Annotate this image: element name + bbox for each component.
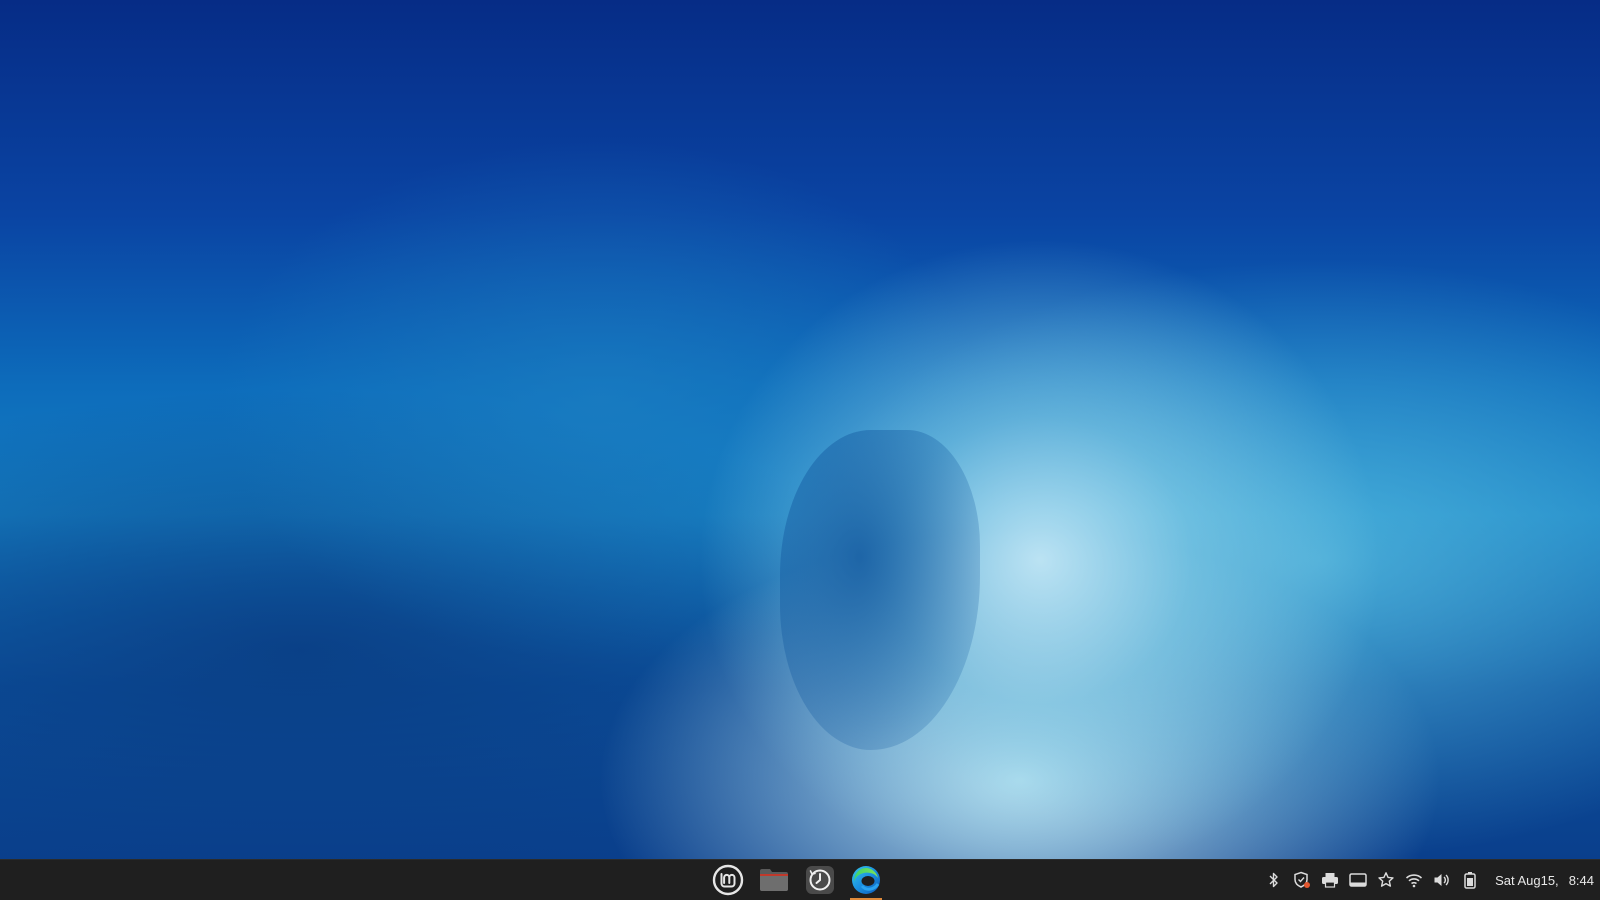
battery-icon[interactable] bbox=[1461, 871, 1479, 889]
timeshift-launcher[interactable] bbox=[801, 860, 839, 900]
printer-icon[interactable] bbox=[1321, 871, 1339, 889]
system-tray: Sat Aug15, 8:44 bbox=[1265, 860, 1600, 900]
files-launcher[interactable] bbox=[755, 860, 793, 900]
folder-icon bbox=[760, 869, 788, 891]
edge-browser-icon bbox=[852, 866, 880, 894]
clock-time: 8:44 bbox=[1568, 872, 1594, 888]
favorites-star-icon[interactable] bbox=[1377, 871, 1395, 889]
mint-menu-button[interactable] bbox=[709, 860, 747, 900]
edge-browser-launcher[interactable] bbox=[847, 860, 885, 900]
timeshift-clock-icon bbox=[806, 866, 834, 894]
taskbar-launchers bbox=[709, 860, 885, 900]
display-icon[interactable] bbox=[1349, 871, 1367, 889]
volume-icon[interactable] bbox=[1433, 871, 1451, 889]
clock[interactable]: Sat Aug15, 8:44 bbox=[1495, 873, 1594, 888]
taskbar: Sat Aug15, 8:44 bbox=[0, 859, 1600, 900]
update-shield-icon[interactable] bbox=[1293, 871, 1311, 889]
wifi-icon[interactable] bbox=[1405, 871, 1423, 889]
desktop-wallpaper bbox=[0, 0, 1600, 859]
clock-date: Sat Aug15, bbox=[1495, 872, 1559, 888]
linux-mint-logo-icon bbox=[712, 864, 744, 896]
bluetooth-icon[interactable] bbox=[1265, 871, 1283, 889]
wave-curl bbox=[780, 430, 980, 750]
